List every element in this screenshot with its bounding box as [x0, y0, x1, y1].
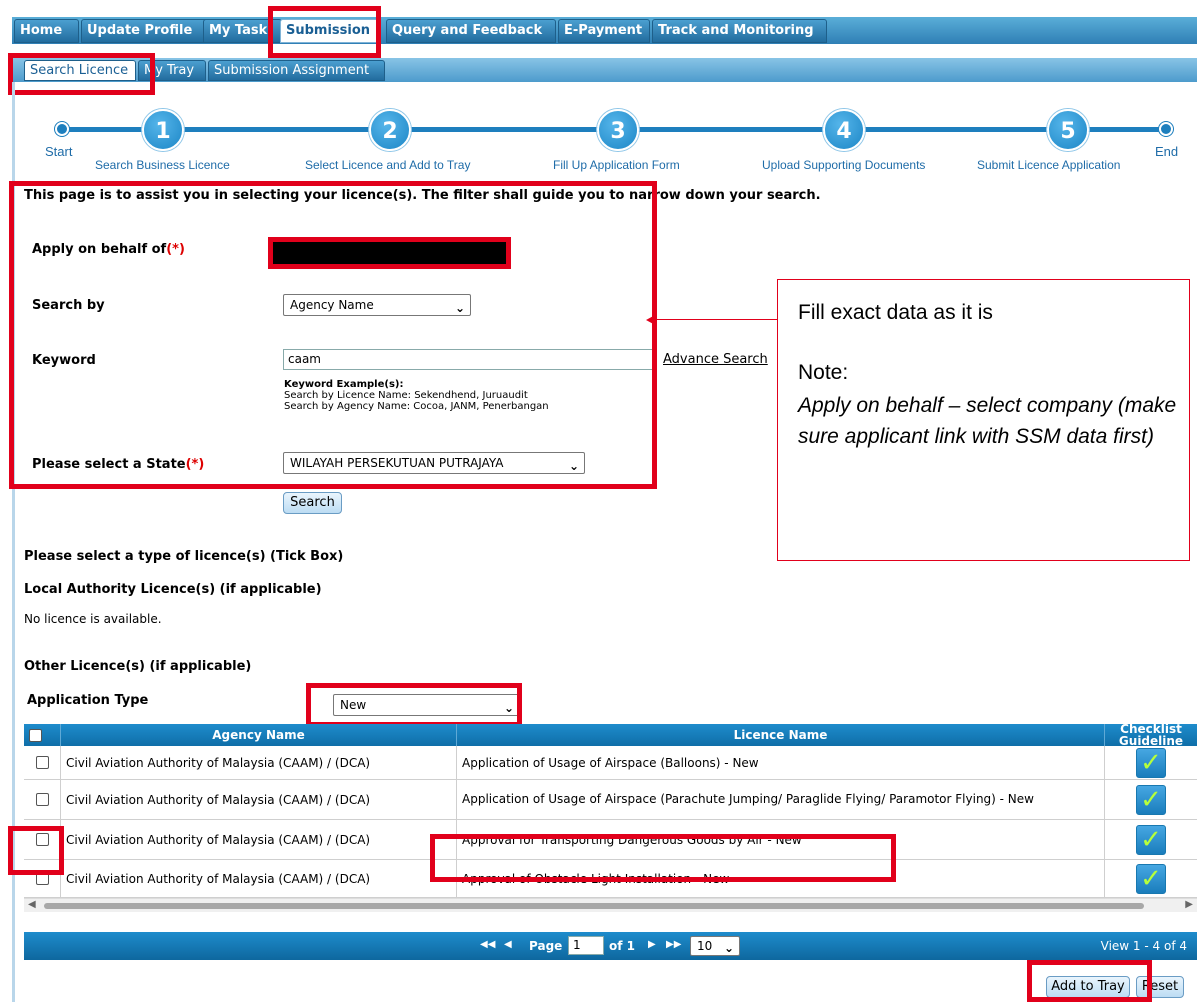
page-of-label: of 1	[609, 939, 635, 953]
stepper-end-dot	[1159, 122, 1173, 136]
annotation-line1: Fill exact data as it is	[798, 301, 993, 324]
first-page-icon[interactable]: ◀◀	[480, 939, 495, 950]
stepper-end-label: End	[1155, 144, 1179, 159]
step-1: 1	[142, 109, 184, 151]
checklist-icon[interactable]: ✓	[1136, 824, 1166, 855]
horizontal-scrollbar[interactable]: ◀ ▶	[24, 898, 1197, 912]
highlight-add-to-tray	[1027, 960, 1152, 1002]
licence-cell: Application of Usage of Airspace (Parach…	[457, 780, 1105, 819]
tab-update-profile[interactable]: Update Profile	[81, 19, 212, 43]
step-3-label: Fill Up Application Form	[553, 158, 680, 172]
main-nav: Home Update Profile My Task Submission Q…	[12, 17, 1197, 44]
tab-track-monitoring[interactable]: Track and Monitoring	[652, 19, 827, 43]
scroll-left-icon[interactable]: ◀	[28, 899, 36, 910]
search-button[interactable]: Search	[283, 492, 342, 514]
agency-cell: Civil Aviation Authority of Malaysia (CA…	[61, 780, 457, 819]
header-agency: Agency Name	[61, 724, 457, 746]
advance-search-link[interactable]: Advance Search	[663, 352, 768, 367]
agency-cell: Civil Aviation Authority of Malaysia (CA…	[61, 746, 457, 779]
agency-cell: Civil Aviation Authority of Malaysia (CA…	[61, 860, 457, 897]
step-3: 3	[597, 109, 639, 151]
highlight-form	[9, 181, 657, 489]
arrow-head-icon	[646, 314, 657, 326]
scrollbar-thumb[interactable]	[44, 903, 1144, 909]
stepper-start-dot	[55, 122, 69, 136]
annotation-line3: Apply on behalf – select company (make s…	[798, 394, 1177, 448]
highlight-search-licence-tab	[8, 53, 155, 95]
table-pager: ◀◀ ◀ Page 1 of 1 ▶ ▶▶ 10 ⌄ View 1 - 4 of …	[24, 932, 1197, 960]
last-page-icon[interactable]: ▶▶	[666, 939, 681, 950]
table-row: Civil Aviation Authority of Malaysia (CA…	[24, 780, 1197, 820]
step-5: 5	[1047, 109, 1089, 151]
highlight-licence-name	[430, 834, 896, 882]
annotation-callout: Fill exact data as it is Note: Apply on …	[777, 279, 1190, 561]
highlight-row-checkbox	[8, 826, 64, 875]
checklist-icon[interactable]: ✓	[1136, 863, 1166, 894]
application-type-label: Application Type	[27, 693, 149, 708]
licence-cell: Application of Usage of Airspace (Balloo…	[457, 746, 1105, 779]
step-4-label: Upload Supporting Documents	[762, 158, 926, 172]
step-2-label: Select Licence and Add to Tray	[305, 158, 471, 172]
header-checklist: Checklist Guideline	[1118, 722, 1184, 748]
local-authority-heading: Local Authority Licence(s) (if applicabl…	[24, 582, 322, 597]
no-licence-text: No licence is available.	[24, 612, 162, 626]
header-licence: Licence Name	[457, 724, 1105, 746]
chevron-down-icon: ⌄	[723, 941, 734, 955]
page-input[interactable]: 1	[568, 936, 604, 955]
table-header: Agency Name Licence Name Checklist Guide…	[24, 722, 1197, 748]
step-4: 4	[823, 109, 865, 151]
page-size-select[interactable]: 10 ⌄	[690, 936, 740, 956]
prev-page-icon[interactable]: ◀	[504, 939, 512, 950]
stepper-start-label: Start	[45, 144, 73, 159]
select-type-heading: Please select a type of licence(s) (Tick…	[24, 549, 344, 564]
agency-cell: Civil Aviation Authority of Malaysia (CA…	[61, 820, 457, 859]
checklist-icon[interactable]: ✓	[1136, 784, 1166, 815]
select-all-checkbox[interactable]	[29, 728, 42, 742]
row-checkbox[interactable]	[35, 756, 49, 769]
highlight-submission-tab	[268, 6, 381, 58]
scroll-right-icon[interactable]: ▶	[1185, 899, 1193, 910]
tab-submission-assignment[interactable]: Submission Assignment	[208, 60, 385, 81]
row-checkbox[interactable]	[35, 793, 49, 806]
step-5-label: Submit Licence Application	[977, 158, 1121, 172]
page-label: Page	[529, 939, 563, 953]
licence-table: Agency Name Licence Name Checklist Guide…	[24, 722, 1197, 912]
tab-query-feedback[interactable]: Query and Feedback	[386, 19, 556, 43]
next-page-icon[interactable]: ▶	[648, 939, 656, 950]
tab-home[interactable]: Home	[14, 19, 79, 43]
table-row: Civil Aviation Authority of Malaysia (CA…	[24, 746, 1197, 780]
step-2: 2	[369, 109, 411, 151]
view-count: View 1 - 4 of 4	[1100, 939, 1187, 953]
other-licence-heading: Other Licence(s) (if applicable)	[24, 659, 252, 674]
highlight-application-type	[306, 683, 522, 727]
annotation-connector	[656, 319, 777, 320]
tab-e-payment[interactable]: E-Payment	[558, 19, 650, 43]
sub-nav: Search Licence My Tray Submission Assign…	[12, 58, 1197, 82]
step-1-label: Search Business Licence	[95, 158, 230, 172]
annotation-line2: Note:	[798, 361, 849, 384]
checklist-icon[interactable]: ✓	[1136, 747, 1166, 778]
